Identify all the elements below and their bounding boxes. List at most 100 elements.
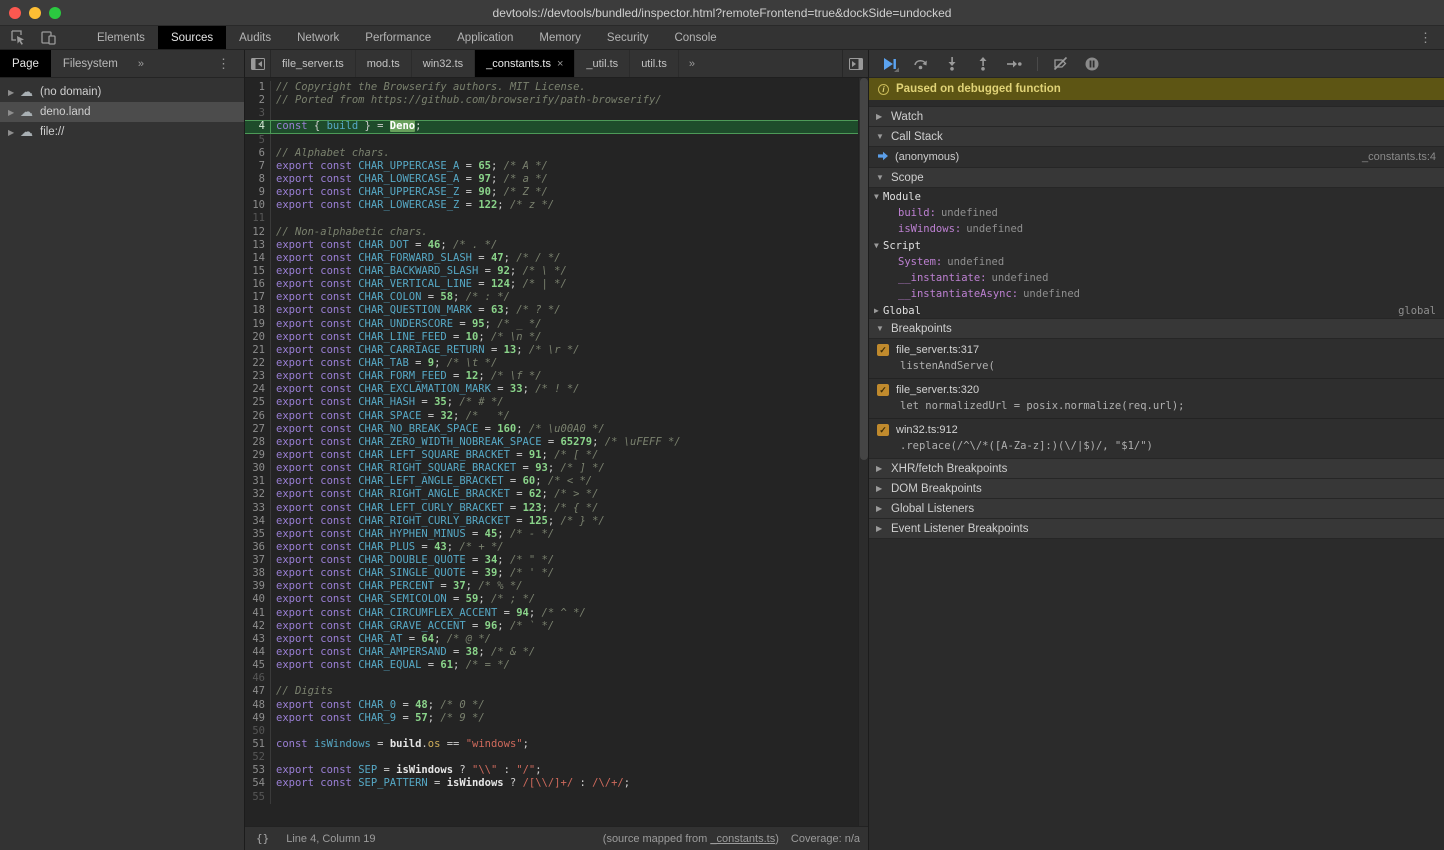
scope-property[interactable]: isWindows:undefined [869,221,1444,237]
code-text[interactable]: export const CHAR_SINGLE_QUOTE = 39; /* … [271,567,554,580]
code-text[interactable]: export const CHAR_DOT = 46; /* . */ [271,239,497,252]
editor-tab[interactable]: win32.ts [412,50,475,77]
code-text[interactable]: export const SEP_PATTERN = isWindows ? /… [271,777,630,790]
line-number[interactable]: 1 [245,81,271,94]
code-text[interactable]: export const CHAR_VERTICAL_LINE = 124; /… [271,278,567,291]
code-text[interactable]: export const CHAR_SEMICOLON = 59; /* ; *… [271,593,535,606]
code-text[interactable]: export const CHAR_AMPERSAND = 38; /* & *… [271,646,535,659]
section-global-listeners[interactable]: ▶Global Listeners [869,498,1444,519]
code-text[interactable]: export const CHAR_FORM_FEED = 12; /* \f … [271,370,542,383]
line-number[interactable]: 2 [245,94,271,107]
code-text[interactable]: export const CHAR_RIGHT_SQUARE_BRACKET =… [271,462,605,475]
scope-group-script[interactable]: ▼Script [869,237,1444,254]
source-mapped-link[interactable]: _constants.ts [710,833,775,845]
main-menu-kebab-icon[interactable]: ⋮ [1413,26,1438,50]
code-text[interactable]: export const CHAR_CIRCUMFLEX_ACCENT = 94… [271,607,586,620]
code-text[interactable]: export const CHAR_UNDERSCORE = 95; /* _ … [271,318,542,331]
line-number[interactable]: 29 [245,449,271,462]
line-number[interactable]: 11 [245,212,271,225]
line-number[interactable]: 27 [245,423,271,436]
code-text[interactable]: export const CHAR_TAB = 9; /* \t */ [271,357,497,370]
line-number[interactable]: 12 [245,226,271,239]
code-text[interactable]: export const CHAR_DOUBLE_QUOTE = 34; /* … [271,554,554,567]
section-watch[interactable]: ▶Watch [869,106,1444,127]
code-text[interactable]: // Alphabet chars. [271,147,390,160]
code-text[interactable] [271,672,276,685]
scope-property[interactable]: build:undefined [869,205,1444,221]
hide-navigator-icon[interactable] [245,50,271,77]
call-stack-frame[interactable]: (anonymous)_constants.ts:4 [869,147,1444,168]
code-text[interactable]: export const CHAR_FORWARD_SLASH = 47; /*… [271,252,561,265]
line-number[interactable]: 52 [245,751,271,764]
line-number[interactable]: 55 [245,791,271,804]
line-number[interactable]: 32 [245,488,271,501]
line-number[interactable]: 38 [245,567,271,580]
navigator-kebab-icon[interactable]: ⋮ [217,50,230,78]
editor-tab[interactable]: util.ts [630,50,679,77]
navigator-tab-filesystem[interactable]: Filesystem [51,50,130,77]
editor-pane-toggle-icon[interactable] [842,50,868,77]
line-number[interactable]: 22 [245,357,271,370]
device-toolbar-icon[interactable] [36,28,60,48]
code-text[interactable]: export const CHAR_BACKWARD_SLASH = 92; /… [271,265,567,278]
code-text[interactable]: export const CHAR_ZERO_WIDTH_NOBREAK_SPA… [271,436,681,449]
code-text[interactable]: export const CHAR_UPPERCASE_Z = 90; /* Z… [271,186,548,199]
line-number[interactable]: 39 [245,580,271,593]
code-text[interactable]: export const CHAR_QUESTION_MARK = 63; /*… [271,304,561,317]
line-number[interactable]: 31 [245,475,271,488]
code-text[interactable]: export const CHAR_GRAVE_ACCENT = 96; /* … [271,620,554,633]
line-number[interactable]: 24 [245,383,271,396]
line-number[interactable]: 14 [245,252,271,265]
code-text[interactable] [271,107,276,120]
line-number[interactable]: 54 [245,777,271,790]
editor-tab[interactable]: mod.ts [356,50,412,77]
step-out-icon[interactable] [972,55,994,73]
section-breakpoints[interactable]: ▼Breakpoints [869,318,1444,339]
line-number[interactable]: 25 [245,396,271,409]
line-number[interactable]: 53 [245,764,271,777]
code-text[interactable]: const { build } = Deno; [271,120,421,133]
line-number[interactable]: 40 [245,593,271,606]
pretty-print-icon[interactable]: {} [253,832,272,845]
code-text[interactable]: export const CHAR_9 = 57; /* 9 */ [271,712,485,725]
section-event-listener-breakpoints[interactable]: ▶Event Listener Breakpoints [869,518,1444,539]
tree-item[interactable]: ▶☁file:// [0,122,244,142]
line-number[interactable]: 23 [245,370,271,383]
line-number[interactable]: 17 [245,291,271,304]
breakpoint-checkbox[interactable]: ✓ [877,384,889,396]
line-number[interactable]: 26 [245,410,271,423]
line-number[interactable]: 21 [245,344,271,357]
line-number[interactable]: 36 [245,541,271,554]
code-text[interactable]: // Copyright the Browserify authors. MIT… [271,81,586,94]
breakpoint-checkbox[interactable]: ✓ [877,344,889,356]
minimize-window-button[interactable] [29,7,41,19]
code-text[interactable]: export const CHAR_LEFT_SQUARE_BRACKET = … [271,449,598,462]
main-tab-network[interactable]: Network [284,26,352,49]
code-text[interactable]: export const CHAR_0 = 48; /* 0 */ [271,699,485,712]
code-text[interactable]: export const CHAR_LINE_FEED = 10; /* \n … [271,331,542,344]
line-number[interactable]: 18 [245,304,271,317]
section-call-stack[interactable]: ▼Call Stack [869,126,1444,147]
breakpoint-entry[interactable]: ✓win32.ts:912.replace(/^\/*([A-Za-z]:)(\… [869,419,1444,459]
editor-tab[interactable]: _util.ts [575,50,630,77]
step-icon[interactable] [1003,55,1025,73]
editor-more-tabs-icon[interactable]: » [679,50,705,77]
code-text[interactable] [271,791,276,804]
line-number[interactable]: 51 [245,738,271,751]
line-number[interactable]: 44 [245,646,271,659]
code-text[interactable]: // Non-alphabetic chars. [271,226,428,239]
line-number[interactable]: 34 [245,515,271,528]
line-number[interactable]: 19 [245,318,271,331]
navigator-tab-page[interactable]: Page [0,50,51,77]
main-tab-audits[interactable]: Audits [226,26,284,49]
line-number[interactable]: 33 [245,502,271,515]
line-number[interactable]: 16 [245,278,271,291]
chevron-right-icon[interactable]: ▶ [8,128,20,137]
code-text[interactable]: export const CHAR_CARRIAGE_RETURN = 13; … [271,344,579,357]
editor-scrollbar[interactable] [858,78,868,826]
code-text[interactable] [271,212,276,225]
code-text[interactable]: export const CHAR_EXCLAMATION_MARK = 33;… [271,383,580,396]
line-number[interactable]: 42 [245,620,271,633]
code-text[interactable]: export const CHAR_LEFT_CURLY_BRACKET = 1… [271,502,598,515]
chevron-right-icon[interactable]: ▶ [8,108,20,117]
